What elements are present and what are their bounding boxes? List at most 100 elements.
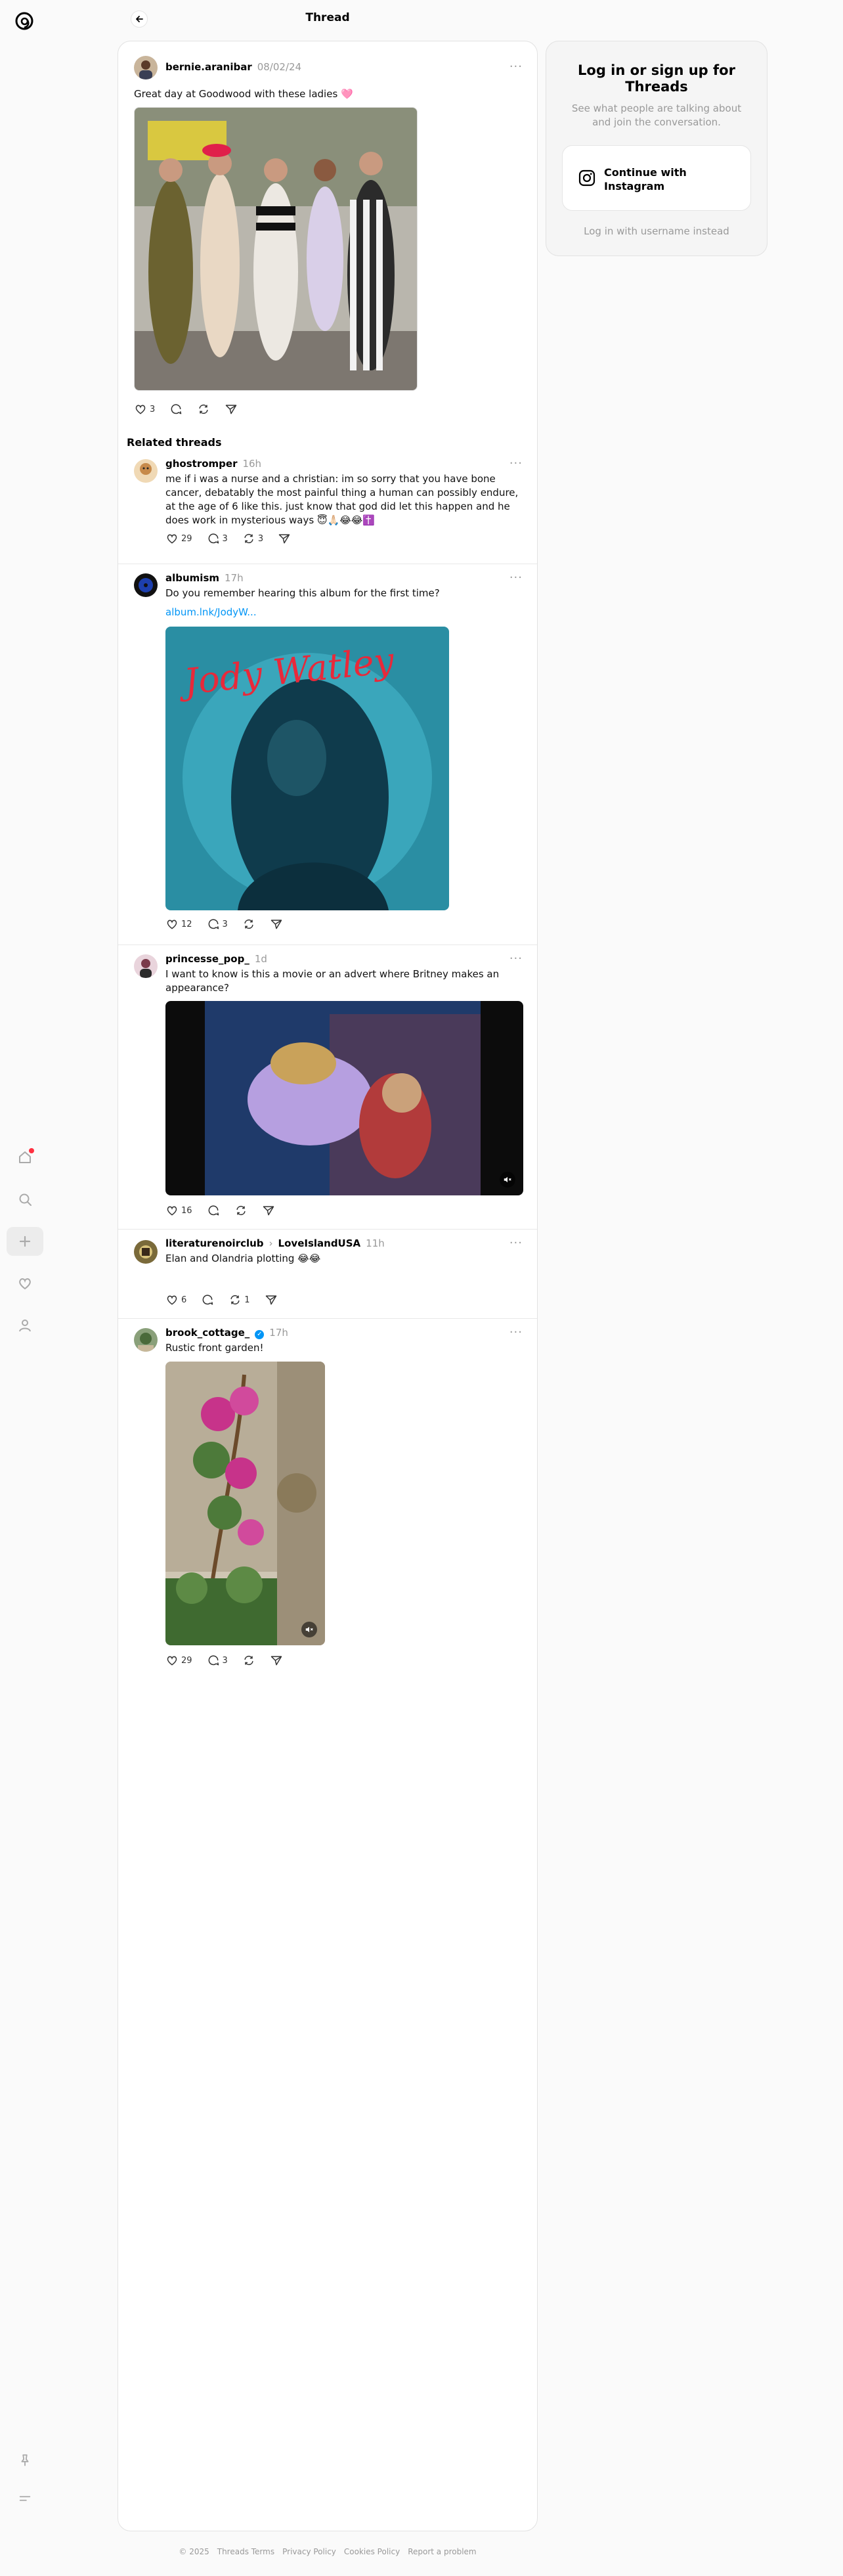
repost-icon: [230, 1295, 240, 1305]
thread-column: bernie.aranibar 08/02/24 ··· Great day a…: [118, 41, 538, 2531]
share-button[interactable]: [225, 403, 238, 416]
page-title: Thread: [305, 11, 350, 24]
repost-button[interactable]: 3: [242, 532, 263, 545]
avatar[interactable]: [134, 1328, 158, 1352]
username[interactable]: albumism: [165, 572, 219, 584]
post-image[interactable]: [134, 107, 418, 391]
avatar[interactable]: [134, 56, 158, 79]
share-button[interactable]: [262, 1204, 275, 1217]
post-link[interactable]: album.lnk/JodyW...: [165, 606, 257, 618]
nav-pin[interactable]: [7, 2446, 43, 2475]
reply-count: 3: [222, 1655, 228, 1666]
nav-create[interactable]: [7, 1227, 43, 1256]
repost-icon: [236, 1205, 246, 1216]
timestamp[interactable]: 17h: [225, 572, 244, 584]
avatar[interactable]: [134, 954, 158, 978]
repost-button[interactable]: [242, 1654, 255, 1667]
heart-icon: [19, 1278, 31, 1290]
repost-button[interactable]: [242, 918, 255, 931]
threads-logo-icon: [15, 12, 33, 30]
mute-button[interactable]: [301, 1622, 317, 1637]
heart-icon: [167, 1656, 177, 1666]
community-name[interactable]: LoveIslandUSA: [278, 1237, 361, 1249]
repost-icon: [244, 533, 253, 544]
search-icon: [19, 1193, 32, 1206]
nav-menu[interactable]: [7, 2484, 43, 2513]
more-options-button[interactable]: ···: [509, 952, 523, 966]
like-button[interactable]: 29: [165, 1654, 192, 1667]
mute-button[interactable]: [500, 1172, 515, 1188]
username[interactable]: literaturenoirclub: [165, 1237, 264, 1249]
speaker-muted-icon: [504, 1176, 511, 1183]
timestamp[interactable]: 16h: [242, 458, 261, 470]
timestamp[interactable]: 17h: [269, 1327, 288, 1339]
reply-button[interactable]: [169, 403, 183, 416]
like-button[interactable]: 12: [165, 918, 192, 931]
continue-with-instagram-button[interactable]: Continue with Instagram: [562, 145, 751, 211]
related-post: princesse_pop_ 1d ··· I want to know is …: [118, 944, 537, 1226]
profile-icon: [19, 1320, 31, 1332]
nav-profile[interactable]: [7, 1311, 43, 1340]
post-actions: 16: [165, 1204, 275, 1217]
reply-button[interactable]: 3: [207, 918, 228, 931]
reply-button[interactable]: 3: [207, 532, 228, 545]
share-button[interactable]: [270, 1654, 283, 1667]
repost-icon: [244, 919, 253, 929]
album-cover-image[interactable]: Jody Watley: [165, 627, 449, 910]
send-icon: [270, 1656, 282, 1666]
avatar[interactable]: [134, 459, 158, 483]
notification-dot: [29, 1148, 34, 1153]
like-button[interactable]: 3: [134, 403, 155, 416]
post-video[interactable]: [165, 1362, 325, 1645]
repost-button[interactable]: [234, 1204, 248, 1217]
post-actions: 6 1: [165, 1293, 278, 1306]
post-video[interactable]: [165, 1001, 523, 1195]
username[interactable]: princesse_pop_: [165, 953, 249, 965]
like-count: 3: [150, 404, 156, 414]
timestamp[interactable]: 1d: [255, 953, 267, 965]
threads-logo[interactable]: [11, 8, 37, 34]
more-options-button[interactable]: ···: [509, 60, 523, 74]
share-button[interactable]: [270, 918, 283, 931]
reply-button[interactable]: [207, 1204, 220, 1217]
heart-icon: [135, 405, 146, 414]
plus-icon: [19, 1235, 31, 1247]
reply-button[interactable]: [201, 1293, 214, 1306]
post-actions: 12 3: [165, 918, 283, 931]
more-options-button[interactable]: ···: [509, 571, 523, 585]
more-options-button[interactable]: ···: [509, 1325, 523, 1339]
garden-photo: [165, 1362, 325, 1645]
footer-link-terms[interactable]: Threads Terms: [217, 2547, 274, 2556]
avatar[interactable]: [134, 1240, 158, 1264]
like-button[interactable]: 16: [165, 1204, 192, 1217]
heart-icon: [167, 1206, 177, 1216]
more-options-button[interactable]: ···: [509, 1236, 523, 1250]
like-button[interactable]: 6: [165, 1293, 186, 1306]
login-card: Log in or sign up for Threads See what p…: [546, 41, 767, 256]
more-options-button[interactable]: ···: [509, 456, 523, 470]
like-count: 16: [181, 1205, 192, 1216]
nav-activity[interactable]: [7, 1269, 43, 1298]
nav-search[interactable]: [7, 1185, 43, 1214]
username[interactable]: ghostromper: [165, 458, 237, 470]
repost-button[interactable]: 1: [228, 1293, 250, 1306]
share-button[interactable]: [278, 532, 291, 545]
footer-link-cookies[interactable]: Cookies Policy: [344, 2547, 400, 2556]
like-button[interactable]: 29: [165, 532, 192, 545]
repost-button[interactable]: [197, 403, 210, 416]
send-icon: [270, 920, 282, 929]
avatar[interactable]: [134, 573, 158, 597]
post-text: I want to know is this a movie or an adv…: [165, 968, 500, 994]
footer-link-privacy[interactable]: Privacy Policy: [282, 2547, 336, 2556]
timestamp[interactable]: 08/02/24: [257, 61, 301, 73]
related-post: albumism 17h ··· Do you remember hearing…: [118, 564, 537, 941]
username[interactable]: bernie.aranibar: [165, 61, 252, 73]
post-actions: 29 3: [165, 1654, 283, 1667]
login-with-username-link[interactable]: Log in with username instead: [546, 225, 767, 237]
footer-link-report[interactable]: Report a problem: [408, 2547, 476, 2556]
username[interactable]: brook_cottage_: [165, 1327, 249, 1339]
timestamp[interactable]: 11h: [366, 1237, 385, 1249]
nav-home[interactable]: [7, 1143, 43, 1172]
share-button[interactable]: [265, 1293, 278, 1306]
reply-button[interactable]: 3: [207, 1654, 228, 1667]
